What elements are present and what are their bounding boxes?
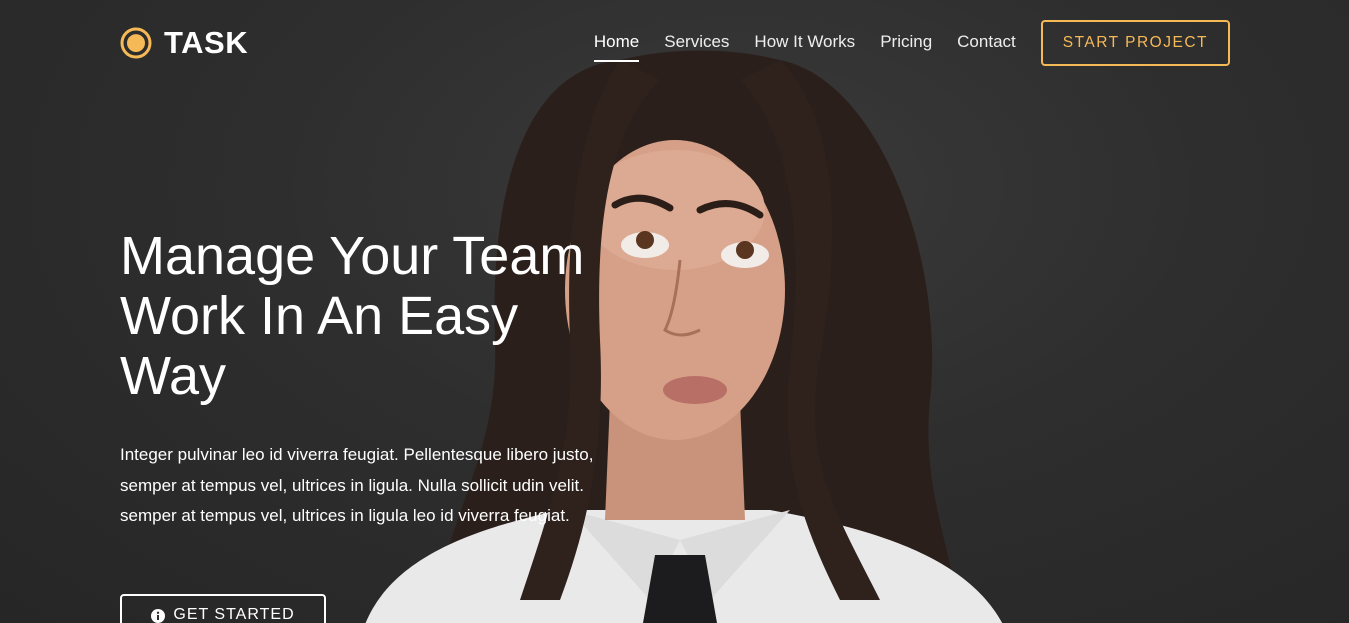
hero-section: TASK Home Services How It Works Pricing … [0,0,1349,623]
nav-item-pricing[interactable]: Pricing [880,24,932,62]
brand-logo[interactable]: TASK [120,25,248,61]
nav-item-how-it-works[interactable]: How It Works [754,24,855,62]
nav-item-services[interactable]: Services [664,24,729,62]
start-project-button[interactable]: START PROJECT [1040,20,1230,66]
top-navbar: TASK Home Services How It Works Pricing … [120,20,1230,66]
nav-item-contact[interactable]: Contact [957,24,1016,62]
brand-name: TASK [164,25,249,60]
info-circle-icon [151,609,166,623]
hero-headline: Manage Your Team Work In An Easy Way [120,226,640,406]
nav-item-home[interactable]: Home [593,24,640,62]
hero-headline-line3: Way [120,346,226,406]
hero-headline-line1: Manage Your Team [120,226,585,286]
hero-headline-line2: Work In An Easy [120,286,519,346]
hero-description: Integer pulvinar leo id viverra feugiat.… [120,445,594,525]
main-nav: Home Services How It Works Pricing Conta… [569,20,1230,66]
get-started-label: GET STARTED [173,606,295,623]
get-started-button[interactable]: GET STARTED [120,594,326,623]
circle-logo-icon [120,27,152,59]
